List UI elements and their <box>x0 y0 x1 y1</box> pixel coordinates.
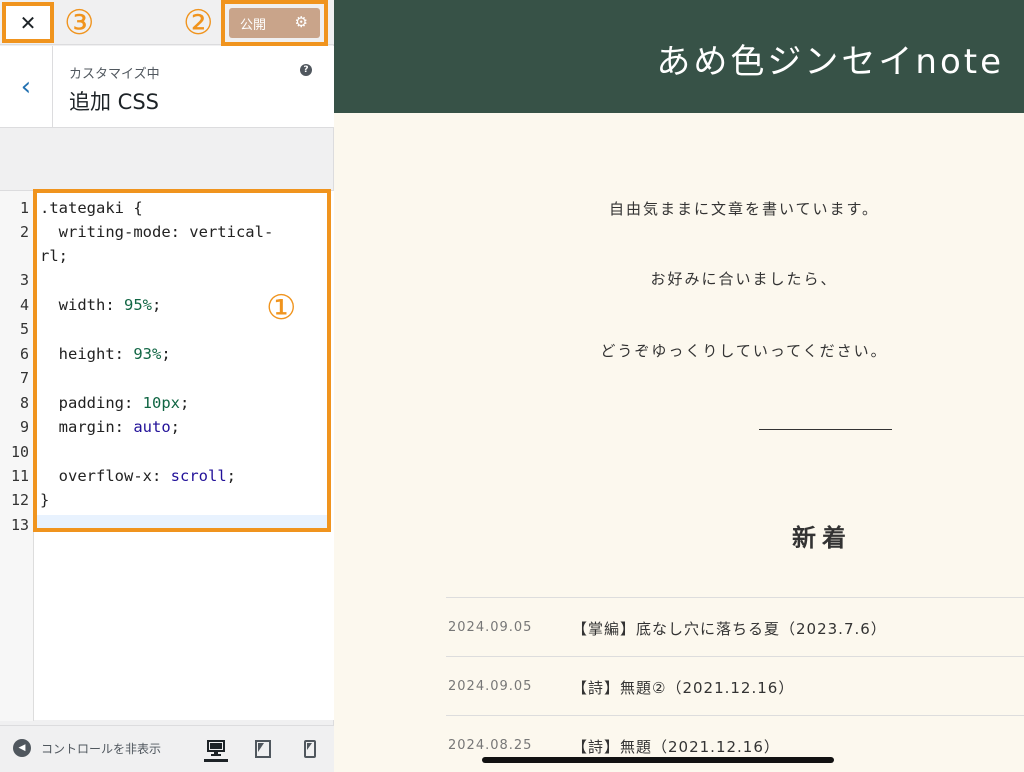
post-date: 2024.09.05 <box>448 620 533 635</box>
marker-two: ② <box>183 3 214 43</box>
help-icon[interactable]: ? <box>300 64 312 76</box>
line-number: 4 <box>19 296 29 314</box>
chevron-left-icon: ‹ <box>20 72 32 102</box>
post-list-item[interactable]: 2024.08.25 【詩】無題（2021.12.16） <box>446 715 1024 772</box>
preview-tablet-button[interactable] <box>251 736 275 762</box>
section-header: ‹ カスタマイズ中 追加 CSS ? <box>0 46 334 128</box>
hide-controls-button[interactable]: ◀ コントロールを非表示 <box>13 739 161 757</box>
line-number: 1 <box>19 199 29 217</box>
line-number: 5 <box>19 320 29 338</box>
marker-three: ③ <box>64 3 95 43</box>
intro-text: お好みに合いましたら、 <box>650 270 838 288</box>
line-number: 11 <box>10 467 29 485</box>
news-heading: 新着 <box>792 524 852 552</box>
line-number-gutter: 1 2 3 4 5 6 7 8 9 10 11 12 13 <box>0 191 34 721</box>
line-number: 10 <box>10 443 29 461</box>
publish-highlight: 公開 ⚙ <box>221 0 328 46</box>
back-button[interactable]: ‹ <box>0 46 53 128</box>
customizer-panel: ✕ ③ ② 公開 ⚙ ‹ カスタマイズ中 追加 CSS ? 1 2 3 4 5 … <box>0 0 334 772</box>
post-date: 2024.08.25 <box>448 738 533 753</box>
line-number: 3 <box>19 271 29 289</box>
customizer-footer: ◀ コントロールを非表示 <box>0 725 334 772</box>
publish-button[interactable]: 公開 ⚙ <box>229 8 320 38</box>
customizer-topbar: ✕ ③ ② 公開 ⚙ <box>0 0 334 46</box>
post-title-link[interactable]: 【掌編】底なし穴に落ちる夏（2023.7.6） <box>572 618 887 639</box>
desktop-icon <box>207 739 225 756</box>
close-icon: ✕ <box>19 10 37 35</box>
css-code-editor[interactable]: 1 2 3 4 5 6 7 8 9 10 11 12 13 .tategaki … <box>0 189 334 721</box>
marker-one: ① <box>266 288 297 328</box>
line-number: 9 <box>19 418 29 436</box>
post-title-link[interactable]: 【詩】無題②（2021.12.16） <box>572 677 794 698</box>
gear-icon[interactable]: ⚙ <box>295 13 308 31</box>
code-highlight-frame <box>33 189 331 532</box>
post-title-link[interactable]: 【詩】無題（2021.12.16） <box>572 736 780 757</box>
customizing-label: カスタマイズ中 <box>69 67 160 82</box>
collapse-icon: ◀ <box>13 739 31 757</box>
line-number: 8 <box>19 394 29 412</box>
mobile-icon <box>304 740 316 758</box>
line-number: 12 <box>10 491 29 509</box>
home-indicator[interactable] <box>482 757 834 763</box>
intro-text: 自由気ままに文章を書いています。 <box>608 200 880 218</box>
site-title[interactable]: あめ色ジンセイnote <box>656 34 1004 83</box>
post-list-item[interactable]: 2024.09.05 【掌編】底なし穴に落ちる夏（2023.7.6） <box>446 597 1024 656</box>
post-list-item[interactable]: 2024.09.05 【詩】無題②（2021.12.16） <box>446 656 1024 715</box>
line-number: 7 <box>19 369 29 387</box>
line-number: 13 <box>10 516 29 534</box>
preview-desktop-button[interactable] <box>204 736 228 762</box>
intro-text: どうぞゆっくりしていってください。 <box>600 342 888 360</box>
post-date: 2024.09.05 <box>448 679 533 694</box>
section-title: 追加 CSS <box>69 90 159 114</box>
publish-label: 公開 <box>240 17 267 33</box>
divider <box>759 429 892 430</box>
site-header: あめ色ジンセイnote <box>334 0 1024 113</box>
site-preview: あめ色ジンセイnote 自由気ままに文章を書いています。 お好みに合いましたら、… <box>334 0 1024 772</box>
line-number: 2 <box>19 223 29 241</box>
tablet-icon <box>255 740 271 758</box>
close-customizer-button[interactable]: ✕ <box>2 2 54 43</box>
preview-mobile-button[interactable] <box>298 736 322 762</box>
hide-controls-label: コントロールを非表示 <box>41 741 162 756</box>
line-number: 6 <box>19 345 29 363</box>
